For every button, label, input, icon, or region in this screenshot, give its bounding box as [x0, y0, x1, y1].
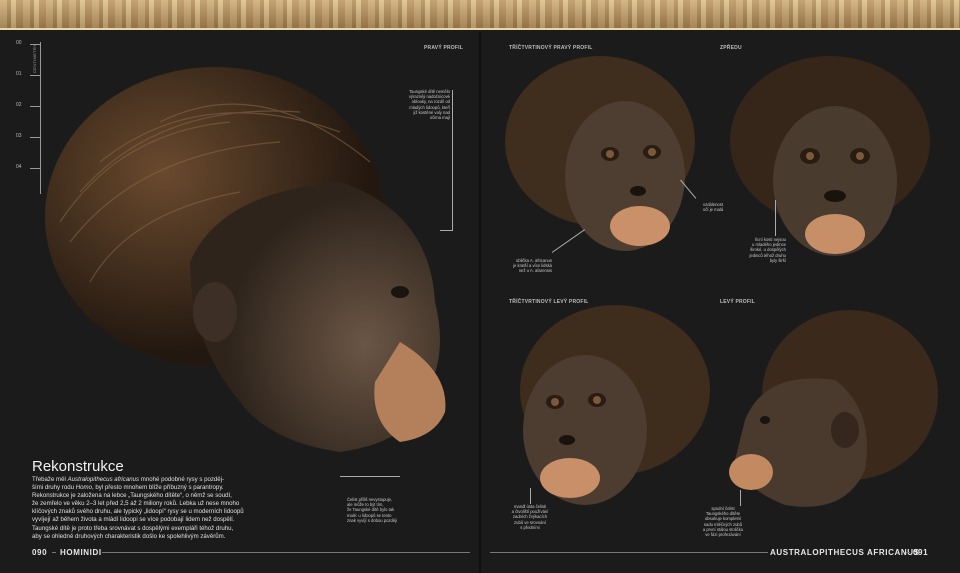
page-number-left: 090	[32, 548, 48, 557]
leader-line	[440, 230, 453, 231]
leader-line	[340, 476, 400, 477]
footer-rule	[490, 552, 768, 553]
annotation-skull: oblička A. africanus je kratší a více li…	[496, 258, 552, 274]
footer-rule	[52, 552, 56, 553]
annotation-line: očí je malá	[703, 207, 724, 213]
body-line: Taungské dítě je proto třeba srovnávat s…	[32, 524, 234, 532]
ruler-tick-label: 04	[16, 164, 22, 170]
annotation-jaw: Čelist příliš nevystupuje, ale může to b…	[347, 497, 407, 523]
annotation-line: byly širší	[769, 257, 786, 263]
leader-line	[452, 90, 453, 230]
article-heading: Rekonstrukce	[32, 458, 124, 475]
body-line: klíčových znaků svého druhu, ale typický…	[32, 508, 244, 516]
head-left-profile-image	[725, 300, 940, 525]
large-profile-head-image	[40, 42, 458, 482]
ruler-tick: 04	[12, 164, 42, 174]
ruler-tick: 02	[12, 102, 42, 112]
ruler-tick-label: 01	[16, 71, 22, 77]
ruler-tick: 01	[12, 71, 42, 81]
body-line: Rekonstrukce je založena na lebce „Taung…	[32, 492, 232, 500]
article-body: Třebaže měl Australopithecus africanus m…	[32, 476, 264, 541]
body-line: že zemřelo ve věku 2–3 let před 2,5 až 2…	[32, 500, 240, 508]
annotation-lower-jaw: spodní čelist Taungského dítěte obsahuje…	[692, 506, 754, 537]
annotation-cheekbones: lícní kosti nejsou u mladého jedince šir…	[730, 237, 786, 263]
ruler-unit-label: CENTIMETRY	[32, 44, 37, 73]
body-line: Třebaže měl Australopithecus africanus m…	[32, 476, 225, 483]
annotation-teeth: mandl ústa čelisti a čtvoliští používání…	[500, 504, 560, 530]
page-number-right: 091	[913, 548, 929, 557]
species-name: Australopithecus africanus	[67, 476, 140, 483]
body-line: vyvíjejí až během života a mládí lidoopi…	[32, 516, 235, 524]
annotation-line: ve fázi prořezávání	[705, 532, 741, 538]
ruler-tick-label: 03	[16, 133, 22, 139]
ruler-tick: 03	[12, 133, 42, 143]
head-three-quarter-left-image	[505, 300, 715, 525]
footer-rule	[102, 552, 470, 553]
annotation-brow: Taungské dítě nemělo výrazněji nadočnico…	[398, 89, 450, 120]
annotation-line: znak vyvíjí s dobou později	[347, 517, 398, 523]
leader-line	[740, 490, 741, 506]
leader-line	[530, 488, 531, 504]
body-line: šími druhy rodu Homo, byl přesto mnohem …	[32, 484, 224, 492]
footer-rule	[906, 552, 910, 553]
annotation-eyes: vzdálenost očí je malá	[703, 202, 743, 212]
body-line: aby se ohledně druhových charakteristik …	[32, 532, 226, 540]
genus-name: Homo	[75, 484, 92, 492]
head-three-quarter-right-image	[500, 46, 705, 271]
section-title-left: HOMINIDI	[60, 548, 102, 557]
annotation-line: s předními	[520, 524, 540, 530]
annotation-line: očima mají	[429, 115, 450, 121]
leader-line	[775, 200, 776, 236]
scale-ruler: 00 01 02 03 04 CENTIMETRY	[12, 38, 42, 196]
ruler-tick-label: 00	[16, 40, 22, 46]
annotation-line: než u A. afarensis	[518, 268, 552, 274]
section-title-right: AUSTRALOPITHECUS AFRICANUS	[770, 548, 920, 557]
ruler-tick-label: 02	[16, 102, 22, 108]
page-gutter	[479, 32, 481, 573]
ruler-tick: 00	[12, 40, 42, 50]
decorative-banner	[0, 0, 960, 30]
